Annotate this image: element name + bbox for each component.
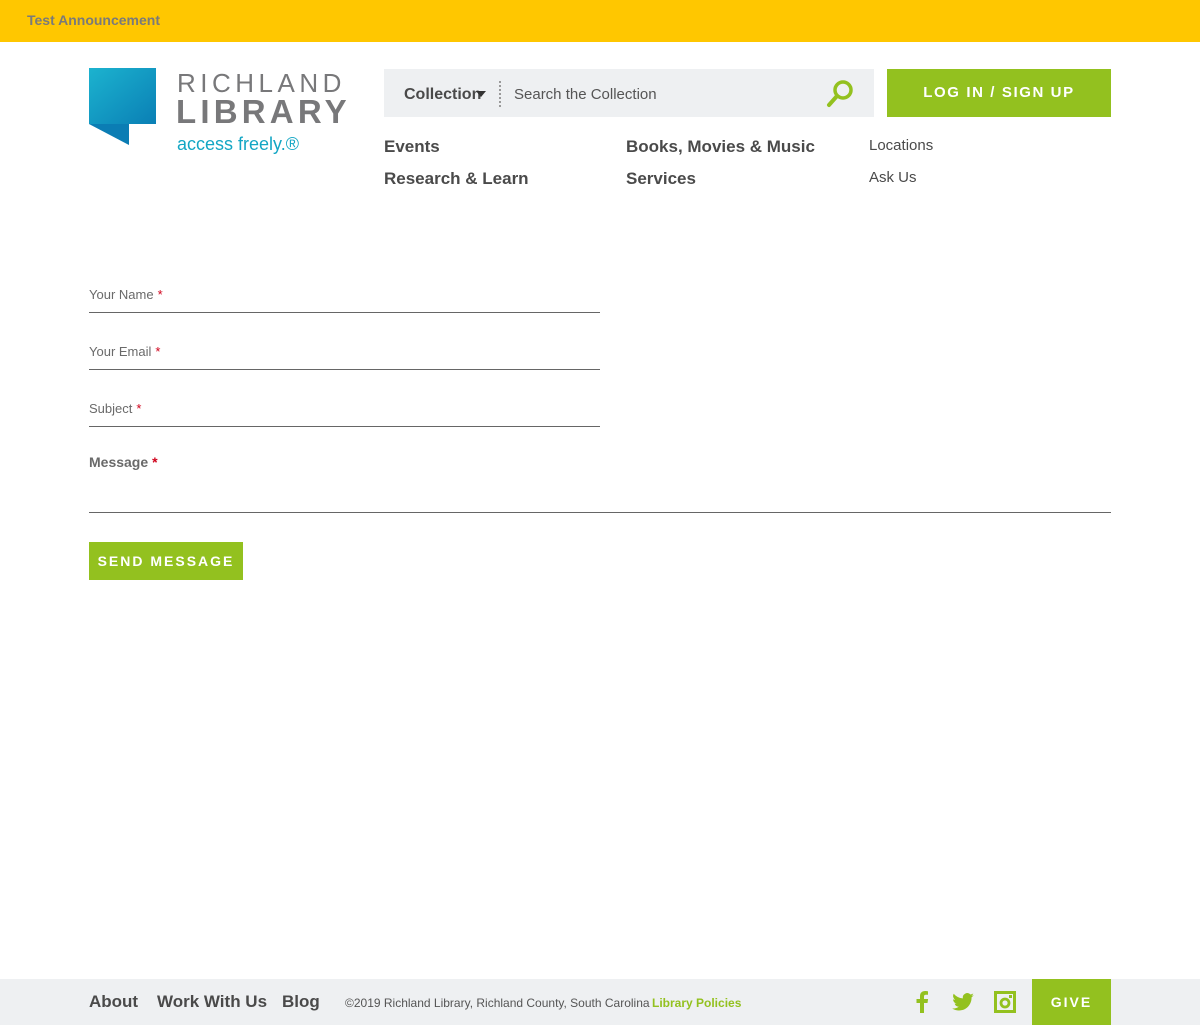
- footer-link-blog[interactable]: Blog: [282, 992, 320, 1012]
- required-mark: *: [157, 287, 163, 302]
- message-field-label: Message *: [89, 454, 158, 470]
- nav-ask-us[interactable]: Ask Us: [869, 169, 917, 186]
- announcement-text[interactable]: Test Announcement: [27, 12, 160, 28]
- required-mark: *: [155, 344, 161, 359]
- richland-library-logo[interactable]: RICHLAND LIBRARY access freely.®: [89, 68, 349, 160]
- facebook-icon[interactable]: [914, 991, 930, 1013]
- chevron-down-icon[interactable]: [476, 91, 486, 97]
- search-divider: [499, 81, 501, 107]
- footer: About Work With Us Blog ©2019 Richland L…: [0, 979, 1200, 1025]
- give-button[interactable]: GIVE: [1032, 979, 1111, 1025]
- send-message-button[interactable]: SEND MESSAGE: [89, 542, 243, 580]
- search-icon[interactable]: [824, 78, 856, 108]
- logo-line2: LIBRARY: [176, 93, 351, 130]
- nav-events[interactable]: Events: [384, 137, 440, 157]
- search-bar: Collection: [384, 69, 874, 117]
- nav-books-movies-music[interactable]: Books, Movies & Music: [626, 137, 815, 157]
- nav-locations[interactable]: Locations: [869, 137, 933, 154]
- email-field[interactable]: [89, 369, 600, 370]
- speech-bubble-logo-icon: [89, 68, 156, 145]
- footer-link-work-with-us[interactable]: Work With Us: [157, 992, 267, 1012]
- footer-link-about[interactable]: About: [89, 992, 138, 1012]
- required-mark: *: [152, 454, 158, 470]
- email-field-label: Your Email *: [89, 344, 161, 359]
- subject-field[interactable]: [89, 426, 600, 427]
- required-mark: *: [136, 401, 142, 416]
- name-field[interactable]: [89, 312, 600, 313]
- logo-tagline: access freely.®: [177, 134, 299, 154]
- nav-research-learn[interactable]: Research & Learn: [384, 169, 529, 189]
- message-field[interactable]: [89, 512, 1111, 513]
- twitter-icon[interactable]: [952, 993, 974, 1011]
- search-scope-select[interactable]: Collection: [404, 86, 481, 104]
- instagram-icon[interactable]: [994, 991, 1016, 1013]
- search-input[interactable]: [514, 81, 804, 107]
- nav-services[interactable]: Services: [626, 169, 696, 189]
- announcement-bar: Test Announcement: [0, 0, 1200, 42]
- subject-field-label: Subject *: [89, 401, 142, 416]
- library-policies-link[interactable]: Library Policies: [652, 996, 741, 1010]
- copyright-text: ©2019 Richland Library, Richland County,…: [345, 996, 650, 1010]
- name-field-label: Your Name *: [89, 287, 163, 302]
- login-signup-button[interactable]: LOG IN / SIGN UP: [887, 69, 1111, 117]
